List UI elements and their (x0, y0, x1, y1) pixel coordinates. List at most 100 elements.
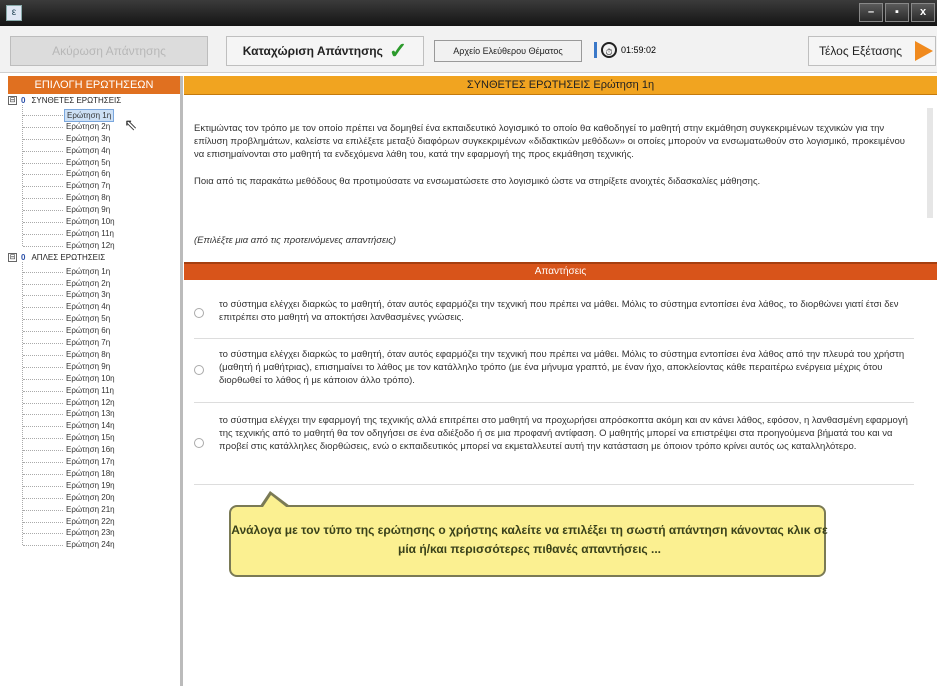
answer-divider (194, 484, 914, 485)
timer-value: 01:59:02 (621, 45, 657, 55)
tree-connector (22, 261, 23, 546)
tree-connector (23, 426, 63, 428)
question-item[interactable]: Ερώτηση 10η (66, 373, 115, 384)
answer-hint: (Επιλέξτε μια από τις προτεινόμενες απαν… (194, 235, 397, 246)
exam-timer: ⏱ 01:59:02 (594, 40, 656, 60)
tree-connector (23, 497, 63, 499)
question-item[interactable]: Ερώτηση 15η (66, 432, 115, 443)
minimize-button[interactable]: – (859, 3, 883, 22)
title-bar: ε – ▪ x (0, 0, 937, 26)
question-item[interactable]: Ερώτηση 10η (66, 216, 115, 227)
answer-option-3[interactable]: το σύστημα ελέγχει την εφαρμογή της τεχν… (194, 414, 914, 472)
tree-connector (23, 295, 63, 297)
arrow-right-icon (915, 41, 933, 61)
question-item[interactable]: Ερώτηση 1η (66, 266, 110, 277)
tree-connector (23, 271, 63, 273)
question-selector-panel: ΕΠΙΛΟΓΗ ΕΡΩΤΗΣΕΩΝ ⊟ 0 ΣΥΝΘΕΤΕΣ ΕΡΩΤΗΣΕΙΣ Ερ… (8, 76, 183, 686)
question-item[interactable]: Ερώτηση 3η (66, 289, 110, 300)
question-item[interactable]: Ερώτηση 3η (66, 133, 110, 144)
answer-option-2[interactable]: το σύστημα ελέγχει διαρκώς το μαθητή, ότ… (194, 348, 914, 392)
tree-connector (23, 450, 63, 452)
help-callout: Ανάλογα με τον τύπο της ερώτησης ο χρήστ… (229, 505, 828, 577)
tree-connector (23, 150, 63, 152)
free-topic-archive-button[interactable]: Αρχείο Ελεύθερου Θέματος (434, 40, 582, 62)
answer-radio-3[interactable] (194, 438, 204, 448)
question-title: ΣΥΝΘΕΤΕΣ ΕΡΩΤΗΣΕΙΣ Ερώτηση 1η (184, 76, 937, 95)
answer-option-1[interactable]: το σύστημα ελέγχει διαρκώς το μαθητή, ότ… (194, 298, 914, 328)
cancel-answer-button[interactable]: Ακύρωση Απάντησης (10, 36, 208, 66)
question-item[interactable]: Ερώτηση 2η (66, 121, 110, 132)
question-scrollbar[interactable] (927, 108, 933, 218)
question-item[interactable]: Ερώτηση 18η (66, 468, 115, 479)
tree-connector (22, 105, 23, 246)
question-item[interactable]: Ερώτηση 7η (66, 180, 110, 191)
end-exam-button[interactable]: Τέλος Εξέτασης (808, 36, 936, 66)
question-item[interactable]: Ερώτηση 7η (66, 337, 110, 348)
tree-connector (23, 438, 63, 440)
question-group[interactable]: ⊟ 0 ΣΥΝΘΕΤΕΣ ΕΡΩΤΗΣΕΙΣ (8, 96, 122, 106)
tree-connector (23, 390, 63, 392)
question-item[interactable]: Ερώτηση 8η (66, 192, 110, 203)
question-item[interactable]: Ερώτηση 11η (66, 228, 114, 239)
clock-icon: ⏱ (601, 42, 617, 58)
answer-text-1: το σύστημα ελέγχει διαρκώς το μαθητή, ότ… (219, 299, 899, 323)
tree-connector (23, 210, 63, 212)
question-item[interactable]: Ερώτηση 2η (66, 278, 110, 289)
answered-count: 0 (21, 96, 26, 105)
question-item[interactable]: Ερώτηση 21η (66, 504, 115, 515)
question-item[interactable]: Ερώτηση 19η (66, 480, 115, 491)
question-item[interactable]: Ερώτηση 13η (66, 408, 115, 419)
question-item[interactable]: Ερώτηση 22η (66, 516, 115, 527)
question-group-title: ΑΠΛΕΣ ΕΡΩΤΗΣΕΙΣ (31, 252, 106, 262)
question-group[interactable]: ⊟ 0 ΑΠΛΕΣ ΕΡΩΤΗΣΕΙΣ (8, 252, 106, 263)
question-selector-header: ΕΠΙΛΟΓΗ ΕΡΩΤΗΣΕΩΝ (8, 76, 180, 94)
tree-connector (23, 174, 63, 176)
question-item[interactable]: Ερώτηση 9η (66, 361, 110, 372)
question-paragraph-2: Ποια από τις παρακάτω μεθόδους θα προτιμ… (194, 176, 761, 187)
question-item[interactable]: Ερώτηση 4η (66, 145, 110, 156)
tree-connector (23, 485, 63, 487)
question-item[interactable]: Ερώτηση 20η (66, 492, 115, 503)
question-item[interactable]: Ερώτηση 12η (66, 397, 115, 408)
close-button[interactable]: x (911, 3, 935, 22)
question-item[interactable]: Ερώτηση 23η (66, 527, 115, 538)
tree-connector (23, 307, 63, 309)
tree-connector (23, 521, 63, 523)
mouse-cursor-icon: ⇖ (124, 117, 138, 134)
window-controls: – ▪ x (859, 3, 935, 22)
answers-header: Απαντήσεις (184, 262, 937, 280)
collapse-icon[interactable]: ⊟ (8, 253, 17, 263)
collapse-icon[interactable]: ⊟ (8, 96, 17, 106)
question-item[interactable]: Ερώτηση 17η (66, 456, 115, 467)
question-item[interactable]: Ερώτηση 5η (66, 313, 110, 324)
question-item[interactable]: Ερώτηση 5η (66, 157, 110, 168)
question-item[interactable]: Ερώτηση 8η (66, 349, 110, 360)
answer-radio-1[interactable] (194, 308, 204, 318)
tree-connector (23, 343, 63, 344)
question-item[interactable]: Ερώτηση 24η (66, 539, 115, 550)
tree-connector (23, 402, 63, 404)
tree-connector (23, 366, 63, 368)
question-item[interactable]: Ερώτηση 6η (66, 325, 110, 336)
question-item[interactable]: Ερώτηση 11η (66, 385, 114, 396)
question-item[interactable]: Ερώτηση 9η (66, 204, 110, 215)
tree-connector (23, 509, 63, 511)
tree-connector (23, 473, 63, 475)
question-item[interactable]: Ερώτηση 16η (66, 444, 115, 455)
tree-connector (23, 545, 63, 547)
tree-connector (23, 331, 63, 333)
question-item[interactable]: Ερώτηση 4η (66, 301, 110, 312)
tree-connector (23, 138, 63, 140)
maximize-button[interactable]: ▪ (885, 3, 909, 22)
submit-answer-button[interactable]: Καταχώριση Απάντησης ✓ (226, 36, 424, 66)
timer-divider (594, 42, 597, 58)
question-item[interactable]: Ερώτηση 14η (66, 420, 115, 431)
answer-radio-2[interactable] (194, 365, 204, 375)
question-item[interactable]: Ερώτηση 6η (66, 168, 110, 179)
question-item[interactable]: Ερώτηση 12η (66, 240, 115, 251)
question-text: Εκτιμώντας τον τρόπο με τον οποίο πρέπει… (194, 122, 914, 202)
tree-connector (23, 283, 63, 285)
tree-connector (23, 378, 63, 380)
question-group-title: ΣΥΝΘΕΤΕΣ ΕΡΩΤΗΣΕΙΣ (31, 96, 122, 105)
tree-connector (23, 462, 63, 463)
